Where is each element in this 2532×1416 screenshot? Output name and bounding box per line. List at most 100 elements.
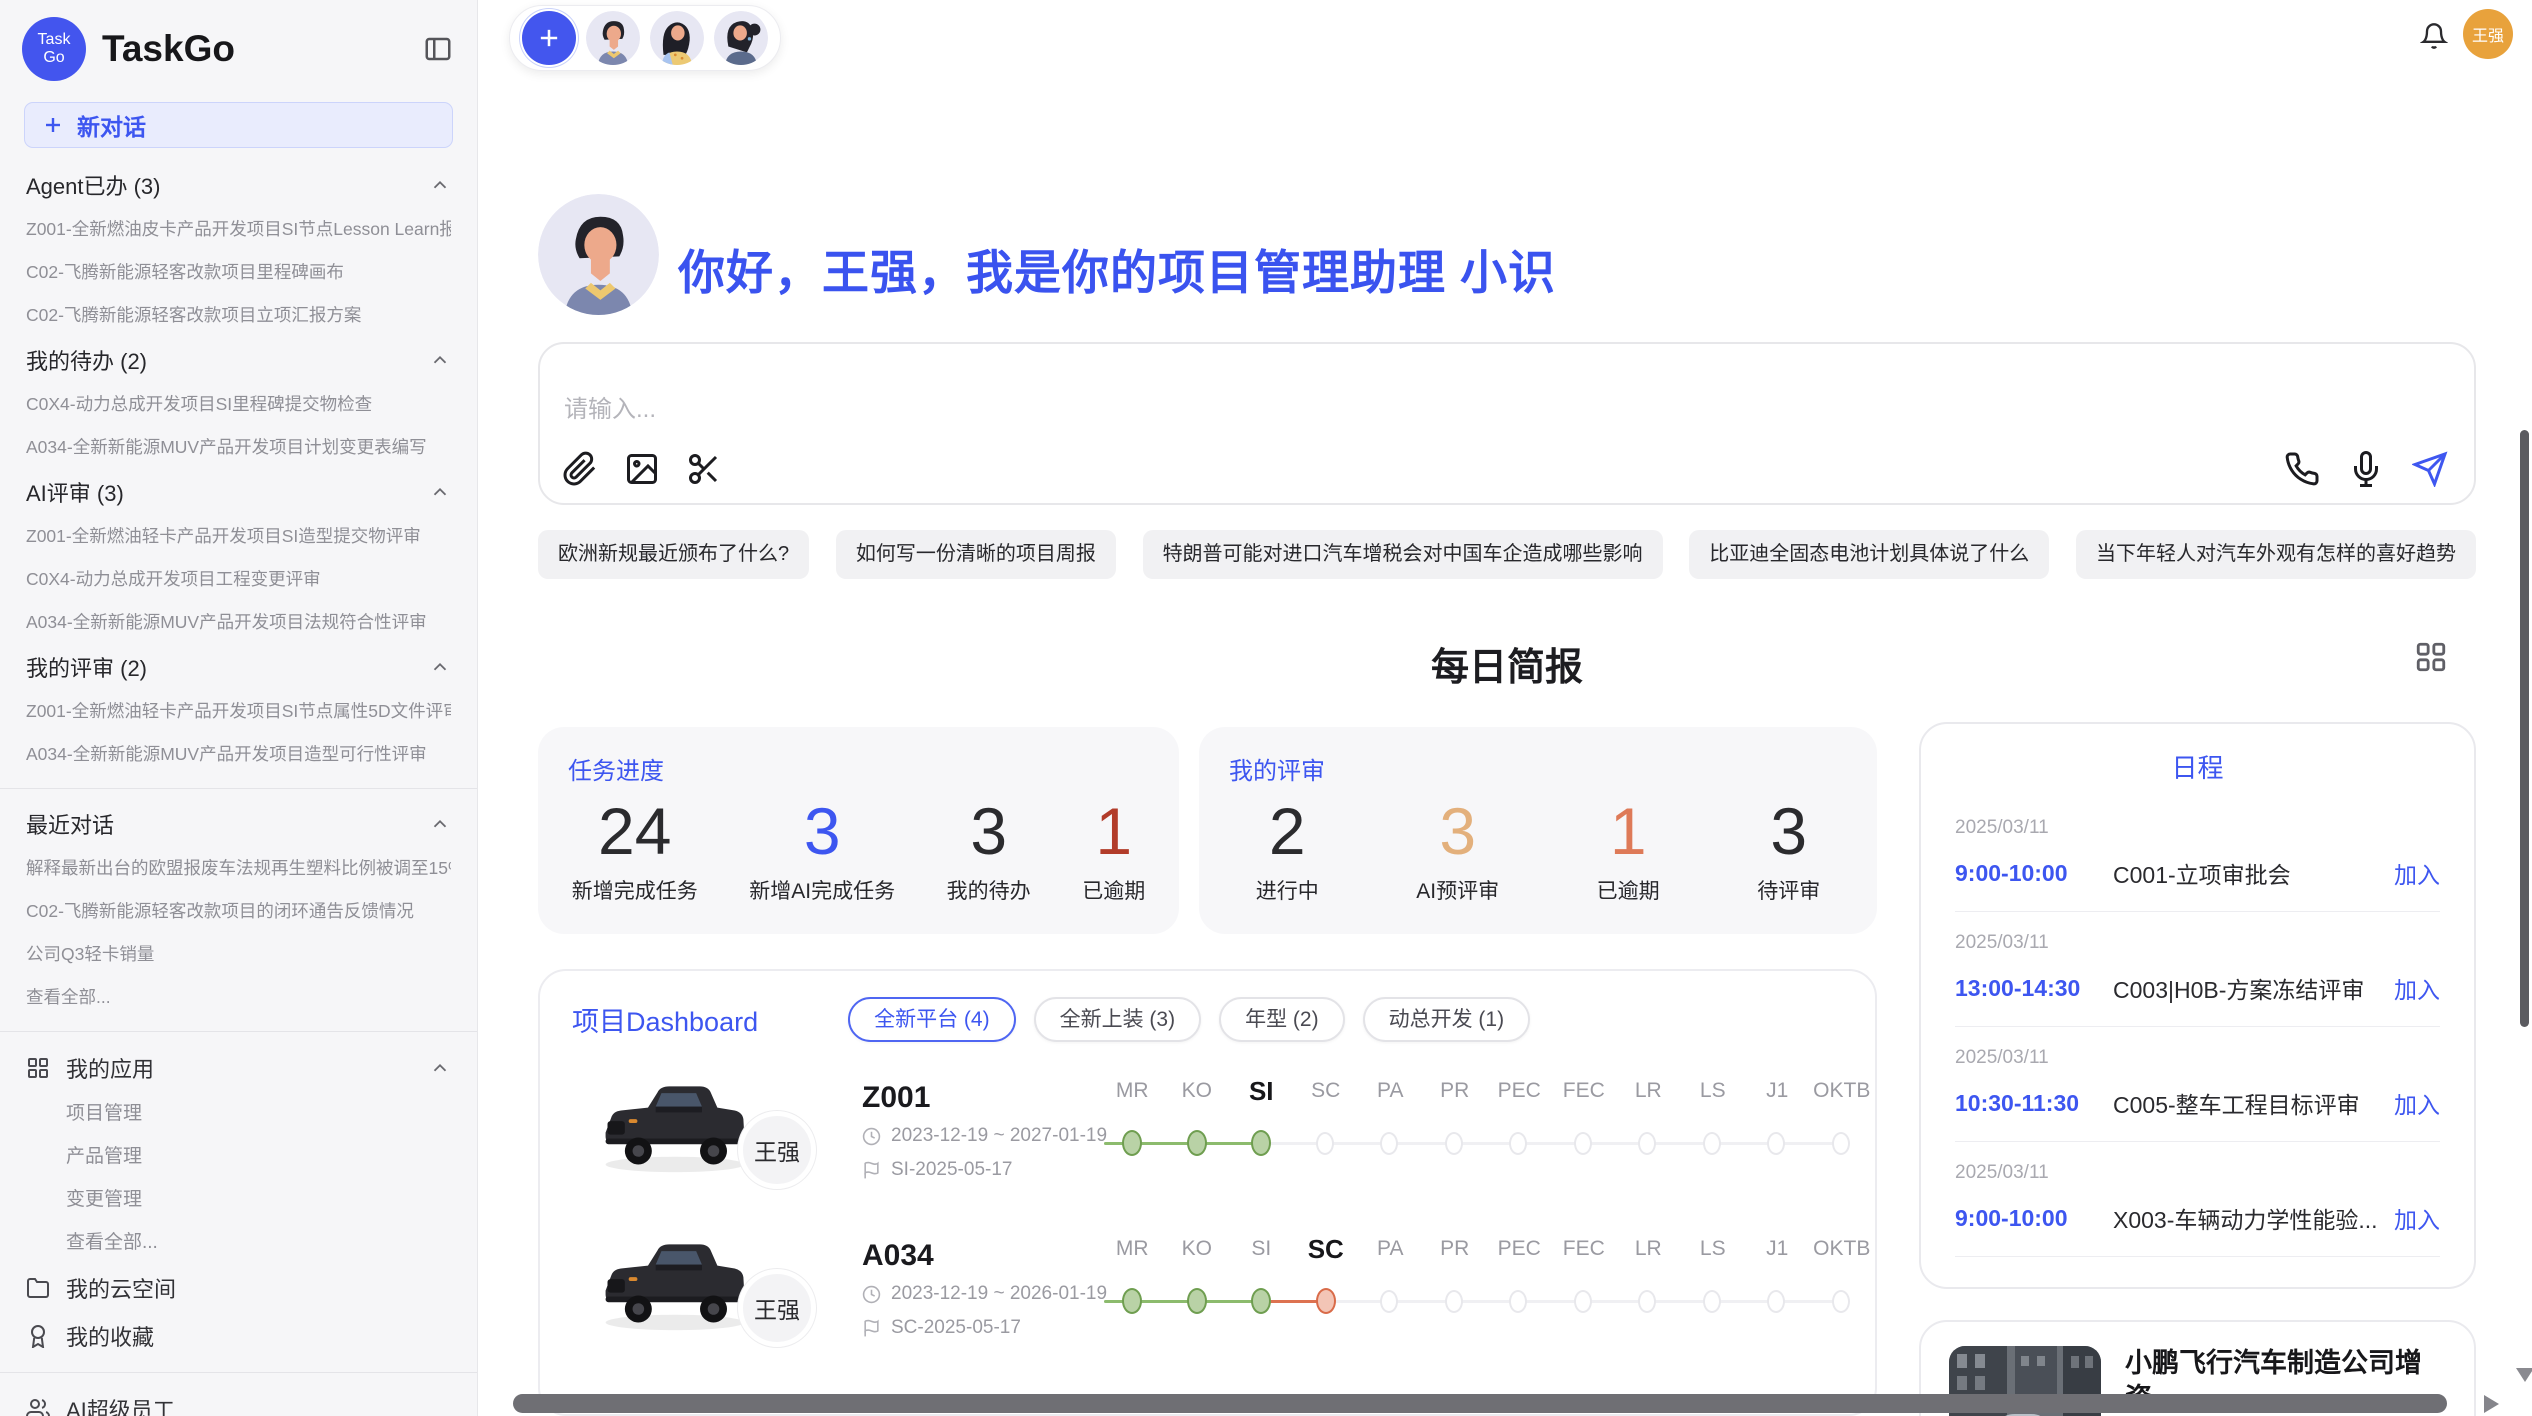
milestone-dot[interactable] [1380,1132,1398,1155]
my-app-item[interactable]: 项目管理 [26,1092,451,1135]
milestone-dot[interactable] [1316,1288,1336,1314]
user-avatar[interactable]: 王强 [2463,9,2513,59]
phone-icon[interactable] [2284,451,2320,487]
sidebar-item[interactable]: C02-飞腾新能源轻客改款项目里程碑画布 [26,251,451,294]
milestone-dot[interactable] [1509,1290,1527,1313]
suggestion-chip[interactable]: 特朗普可能对进口汽车增税会对中国车企造成哪些影响 [1143,530,1663,579]
join-link[interactable]: 加入 [2394,1201,2440,1235]
milestone-dot[interactable] [1574,1290,1592,1313]
my-app-item[interactable]: 产品管理 [26,1135,451,1178]
suggestion-chip[interactable]: 当下年轻人对汽车外观有怎样的喜好趋势 [2076,530,2476,579]
recent-chats-header[interactable]: 最近对话 [26,801,451,847]
chevron-up-icon[interactable] [429,813,451,835]
milestone-dot[interactable] [1380,1290,1398,1313]
join-link[interactable]: 加入 [2394,971,2440,1005]
milestone-dot[interactable] [1832,1132,1850,1155]
sidebar-item[interactable]: Z001-全新燃油皮卡产品开发项目SI节点Lesson Learn报告 [26,208,451,251]
dashboard-tab[interactable]: 全新上装 (3) [1034,997,1202,1042]
milestone-dot[interactable] [1445,1132,1463,1155]
sidebar-section-header[interactable]: 我的待办 (2) [26,337,451,383]
milestone-dot[interactable] [1574,1132,1592,1155]
view-all-schedule-link[interactable]: 查看所有日程 [1921,1281,2474,1289]
milestone-label: J1 [1745,1073,1810,1109]
users-icon [26,1397,50,1416]
suggestion-chip[interactable]: 如何写一份清晰的项目周报 [836,530,1116,579]
recent-chat-item[interactable]: 解释最新出台的欧盟报废车法规再生塑料比例被调至15%... [26,847,451,890]
layout-grid-icon[interactable] [2414,640,2448,674]
flag-icon [862,1161,881,1180]
chevron-up-icon[interactable] [429,349,451,371]
dashboard-tab[interactable]: 全新平台 (4) [848,997,1016,1042]
my-app-item[interactable]: 变更管理 [26,1178,451,1221]
project-code: Z001 [862,1081,930,1115]
chevron-up-icon[interactable] [429,656,451,678]
milestone-dot[interactable] [1316,1132,1334,1155]
scroll-right-arrow[interactable] [2484,1395,2499,1413]
attachment-icon[interactable] [562,451,598,487]
milestone-dot[interactable] [1251,1288,1271,1314]
sidebar-item[interactable]: C02-飞腾新能源轻客改款项目立项汇报方案 [26,294,451,337]
send-icon[interactable] [2412,451,2448,487]
milestone-dot[interactable] [1767,1290,1785,1313]
milestone-dot[interactable] [1187,1130,1207,1156]
chevron-up-icon[interactable] [429,1057,451,1079]
sidebar-item[interactable]: A034-全新新能源MUV产品开发项目计划变更表编写 [26,426,451,469]
milestone-dot[interactable] [1509,1132,1527,1155]
milestone-dot[interactable] [1122,1130,1142,1156]
milestone-dot[interactable] [1767,1132,1785,1155]
sidebar-section-header[interactable]: Agent已办 (3) [26,162,451,208]
milestone-dot[interactable] [1251,1130,1271,1156]
avatar[interactable] [586,11,640,65]
sidebar-item-cloud-space[interactable]: 我的云空间 [26,1264,451,1312]
my-app-item[interactable]: 查看全部... [26,1221,451,1264]
chevron-up-icon[interactable] [429,481,451,503]
avatar[interactable] [714,11,768,65]
milestone-dot[interactable] [1703,1132,1721,1155]
sidebar-item[interactable]: A034-全新新能源MUV产品开发项目法规符合性评审 [26,601,451,644]
recent-chat-item[interactable]: C02-飞腾新能源轻客改款项目的闭环通告反馈情况 [26,890,451,933]
suggestion-chip[interactable]: 欧洲新规最近颁布了什么? [538,530,809,579]
my-apps-header[interactable]: 我的应用 [26,1044,451,1092]
avatar[interactable] [650,11,704,65]
sidebar-item-users[interactable]: AI超级员工 [26,1385,451,1416]
milestone-dot[interactable] [1638,1290,1656,1313]
sidebar-item-favorites[interactable]: 我的收藏 [26,1312,451,1360]
chat-input[interactable] [564,396,1764,424]
new-chat-button[interactable]: 新对话 [24,102,453,148]
recent-chat-item[interactable]: 查看全部... [26,976,451,1019]
sidebar-item[interactable]: Z001-全新燃油轻卡产品开发项目SI节点属性5D文件评审 [26,690,451,733]
project-flag: SC-2025-05-17 [862,1317,1021,1339]
sidebar-item[interactable]: A034-全新新能源MUV产品开发项目造型可行性评审 [26,733,451,776]
add-conversation-button[interactable] [522,11,576,65]
sidebar-sections: Agent已办 (3)Z001-全新燃油皮卡产品开发项目SI节点Lesson L… [26,162,451,776]
microphone-icon[interactable] [2348,451,2384,487]
scroll-down-arrow[interactable] [2516,1368,2532,1382]
project-row: 王强A0342023-12-19 ~ 2026-01-19SC-2025-05-… [580,1221,1859,1379]
milestone-dot[interactable] [1638,1132,1656,1155]
dashboard-tab[interactable]: 年型 (2) [1219,997,1345,1042]
chevron-up-icon[interactable] [429,174,451,196]
suggestion-chip[interactable]: 比亚迪全固态电池计划具体说了什么 [1689,530,2049,579]
vertical-scrollbar-thumb[interactable] [2520,430,2529,1027]
sidebar-item[interactable]: Z001-全新燃油轻卡产品开发项目SI造型提交物评审 [26,515,451,558]
milestone-dot[interactable] [1122,1288,1142,1314]
milestone-dot[interactable] [1703,1290,1721,1313]
flag-icon [862,1319,881,1338]
sidebar-item[interactable]: C0X4-动力总成开发项目工程变更评审 [26,558,451,601]
scissors-icon[interactable] [686,451,722,487]
notification-bell-icon[interactable] [2420,22,2448,50]
milestone-dot[interactable] [1832,1290,1850,1313]
milestone-dot[interactable] [1445,1290,1463,1313]
sidebar-section-header[interactable]: AI评审 (3) [26,469,451,515]
sidebar-section-header[interactable]: 我的评审 (2) [26,644,451,690]
join-link[interactable]: 加入 [2394,856,2440,890]
sidebar-collapse-icon[interactable] [423,34,453,64]
recent-chat-item[interactable]: 公司Q3轻卡销量 [26,933,451,976]
stat: 24新增完成任务 [572,791,698,905]
horizontal-scrollbar-thumb[interactable] [513,1394,2447,1413]
dashboard-tab[interactable]: 动总开发 (1) [1363,997,1531,1042]
milestone-dot[interactable] [1187,1288,1207,1314]
join-link[interactable]: 加入 [2394,1086,2440,1120]
image-icon[interactable] [624,451,660,487]
sidebar-item[interactable]: C0X4-动力总成开发项目SI里程碑提交物检查 [26,383,451,426]
